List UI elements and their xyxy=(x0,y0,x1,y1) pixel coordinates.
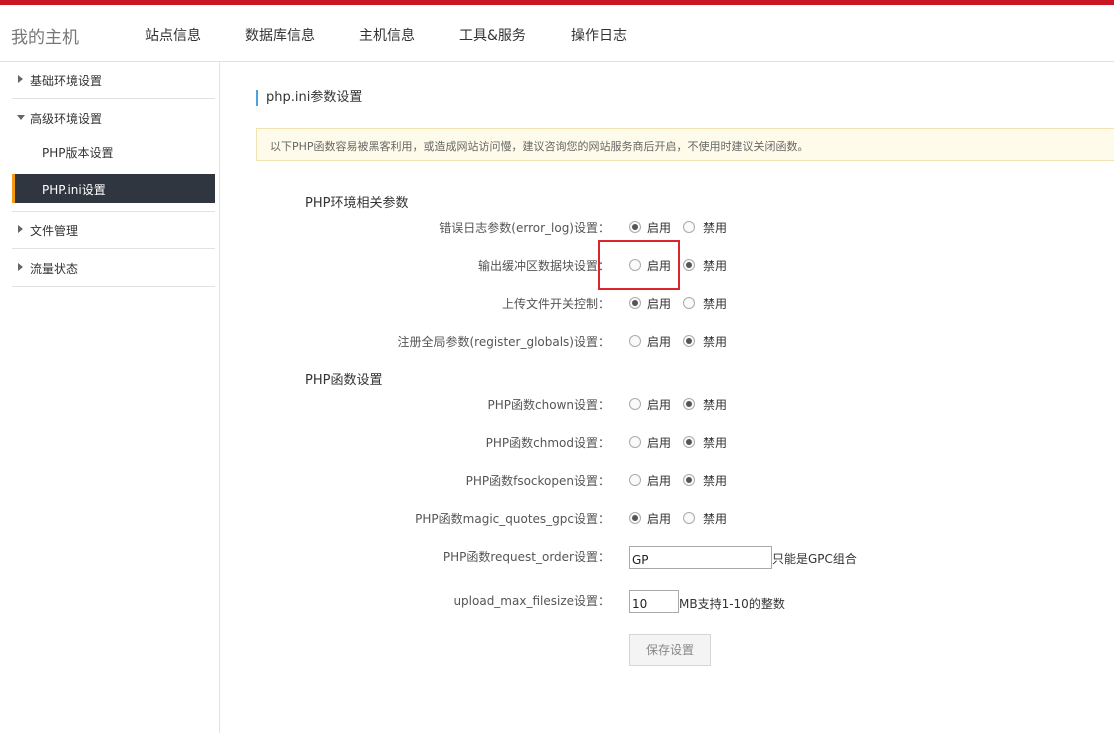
func-row-enable-radio-0[interactable] xyxy=(629,398,641,410)
sidebar-group-advanced-env[interactable]: 高级环境设置 xyxy=(12,100,215,137)
caret-down-icon xyxy=(17,115,25,120)
func-row-disable-label-0[interactable]: 禁用 xyxy=(703,396,727,413)
env-row-disable-label-0[interactable]: 禁用 xyxy=(703,219,727,236)
func-row-enable-label-0[interactable]: 启用 xyxy=(647,396,671,413)
sidebar-item-label: PHP版本设置 xyxy=(42,146,114,160)
page-title: php.ini参数设置 xyxy=(256,90,362,106)
sidebar-group-label: 流量状态 xyxy=(30,262,79,276)
upload-max-hint: MB支持1-10的整数 xyxy=(679,597,785,611)
warning-notice: 以下PHP函数容易被黑客利用，或造成网站访问慢，建议咨询您的网站服务商后开启，不… xyxy=(256,128,1114,161)
env-row-enable-label-2[interactable]: 启用 xyxy=(647,295,671,312)
section-title-env: PHP环境相关参数 xyxy=(305,196,409,211)
sidebar-group-label: 高级环境设置 xyxy=(30,112,103,126)
func-row-enable-label-3[interactable]: 启用 xyxy=(647,510,671,527)
upload-max-input[interactable] xyxy=(629,590,679,613)
func-row-label-2: PHP函数fsockopen设置： xyxy=(465,474,610,488)
nav-host-info[interactable]: 主机信息 xyxy=(359,25,415,45)
env-row-label-2: 上传文件开关控制： xyxy=(501,297,610,311)
env-row-disable-label-1[interactable]: 禁用 xyxy=(703,257,727,274)
env-row-enable-radio-3[interactable] xyxy=(629,335,641,347)
caret-right-icon xyxy=(18,75,23,83)
section-title-functions: PHP函数设置 xyxy=(305,373,383,388)
sidebar-group-basic-env[interactable]: 基础环境设置 xyxy=(12,62,215,99)
func-row-enable-radio-1[interactable] xyxy=(629,436,641,448)
brand-title[interactable]: 我的主机 xyxy=(11,23,79,48)
request-order-input[interactable] xyxy=(629,546,772,569)
env-row-enable-radio-0[interactable] xyxy=(629,221,641,233)
env-row-label-3: 注册全局参数(register_globals)设置： xyxy=(397,335,611,349)
upload-max-label: upload_max_filesize设置： xyxy=(453,594,610,608)
save-button[interactable]: 保存设置 xyxy=(629,634,711,666)
env-row-disable-radio-0[interactable] xyxy=(683,221,695,233)
func-row-label-0: PHP函数chown设置： xyxy=(487,398,610,412)
header: 我的主机 站点信息 数据库信息 主机信息 工具&服务 操作日志 xyxy=(0,5,1114,62)
main-content: php.ini参数设置 以下PHP函数容易被黑客利用，或造成网站访问慢，建议咨询… xyxy=(220,62,1114,733)
sidebar: 基础环境设置 高级环境设置 PHP版本设置 PHP.ini设置 文件管理 流量状… xyxy=(0,62,220,733)
caret-right-icon xyxy=(18,263,23,271)
func-row-enable-label-2[interactable]: 启用 xyxy=(647,472,671,489)
func-row-disable-label-2[interactable]: 禁用 xyxy=(703,472,727,489)
func-row-disable-radio-1[interactable] xyxy=(683,436,695,448)
func-row-label-3: PHP函数magic_quotes_gpc设置： xyxy=(415,512,610,526)
sidebar-group-traffic-status[interactable]: 流量状态 xyxy=(12,250,215,287)
nav-site-info[interactable]: 站点信息 xyxy=(145,25,201,45)
env-row-disable-radio-2[interactable] xyxy=(683,297,695,309)
nav-operation-log[interactable]: 操作日志 xyxy=(571,25,627,45)
func-row-enable-label-1[interactable]: 启用 xyxy=(647,434,671,451)
request-order-label: PHP函数request_order设置： xyxy=(442,550,610,564)
sidebar-group-label: 基础环境设置 xyxy=(30,74,103,88)
highlight-box xyxy=(598,240,680,290)
sidebar-item-php-ini[interactable]: PHP.ini设置 xyxy=(12,174,215,203)
env-row-enable-radio-2[interactable] xyxy=(629,297,641,309)
func-row-disable-label-3[interactable]: 禁用 xyxy=(703,510,727,527)
func-row-disable-radio-2[interactable] xyxy=(683,474,695,486)
sidebar-item-label: PHP.ini设置 xyxy=(42,183,106,197)
func-row-label-1: PHP函数chmod设置： xyxy=(485,436,610,450)
request-order-hint: 只能是GPC组合 xyxy=(772,552,857,566)
caret-right-icon xyxy=(18,225,23,233)
func-row-disable-radio-3[interactable] xyxy=(683,512,695,524)
func-row-enable-radio-2[interactable] xyxy=(629,474,641,486)
sidebar-group-label: 文件管理 xyxy=(30,224,79,238)
env-row-disable-radio-3[interactable] xyxy=(683,335,695,347)
env-row-enable-label-3[interactable]: 启用 xyxy=(647,333,671,350)
func-row-disable-label-1[interactable]: 禁用 xyxy=(703,434,727,451)
nav-database-info[interactable]: 数据库信息 xyxy=(245,25,315,45)
env-row-disable-label-2[interactable]: 禁用 xyxy=(703,295,727,312)
sidebar-group-file-management[interactable]: 文件管理 xyxy=(12,212,215,249)
env-row-disable-radio-1[interactable] xyxy=(683,259,695,271)
env-row-label-0: 错误日志参数(error_log)设置： xyxy=(439,221,610,235)
env-row-enable-label-0[interactable]: 启用 xyxy=(647,219,671,236)
nav-tools-services[interactable]: 工具&服务 xyxy=(459,25,526,45)
sidebar-item-php-version[interactable]: PHP版本设置 xyxy=(12,137,215,166)
env-row-label-1: 输出缓冲区数据块设置： xyxy=(477,259,610,273)
func-row-enable-radio-3[interactable] xyxy=(629,512,641,524)
env-row-disable-label-3[interactable]: 禁用 xyxy=(703,333,727,350)
func-row-disable-radio-0[interactable] xyxy=(683,398,695,410)
